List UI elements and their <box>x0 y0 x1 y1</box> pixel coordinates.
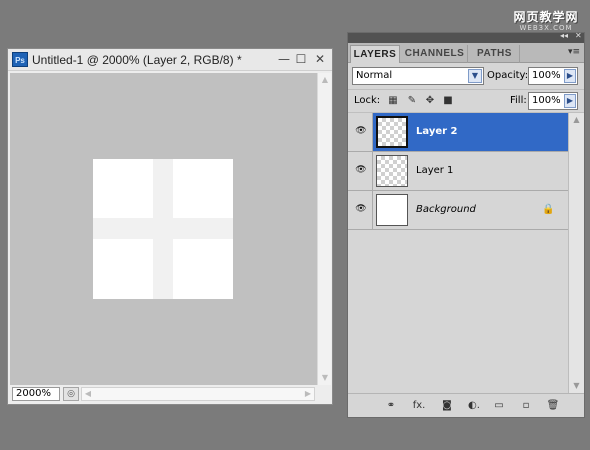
image-canvas[interactable] <box>93 159 233 299</box>
minimize-button[interactable]: — <box>277 52 291 66</box>
tab-layers[interactable]: LAYERS <box>350 45 400 63</box>
maximize-button[interactable]: ☐ <box>294 52 308 66</box>
fill-value: 100% <box>532 95 561 106</box>
eye-icon: 👁 <box>355 165 367 175</box>
watermark-url: WEB3X.COM <box>519 24 573 32</box>
lock-all-icon[interactable]: ■ <box>441 94 455 108</box>
photoshop-icon: Ps <box>12 52 28 67</box>
layer-name: Layer 1 <box>416 165 454 176</box>
document-title: Untitled-1 @ 2000% (Layer 2, RGB/8) * <box>32 53 242 67</box>
layers-list: 👁 Layer 2 👁 Layer 1 👁 Background 🔒 <box>348 113 568 393</box>
status-menu-icon[interactable]: ◎ <box>63 387 79 401</box>
adjustment-layer-icon[interactable]: ◐. <box>465 399 483 413</box>
eye-icon: 👁 <box>355 204 367 214</box>
document-window: Ps Untitled-1 @ 2000% (Layer 2, RGB/8) *… <box>7 48 333 405</box>
panel-header-strip: ◂◂ ✕ <box>348 31 584 43</box>
canvas-area[interactable] <box>10 73 317 385</box>
scroll-down-icon[interactable]: ▼ <box>318 371 332 385</box>
watermark: 网页教学网 WEB3X.COM <box>510 8 582 32</box>
fill-field[interactable]: 100% ▶ <box>528 92 578 110</box>
lock-icon: 🔒 <box>542 204 555 215</box>
layer-row-layer-2[interactable]: 👁 Layer 2 <box>348 113 568 152</box>
layer-thumbnail <box>376 194 408 226</box>
fill-slider-icon[interactable]: ▶ <box>564 94 576 108</box>
layers-scrollbar[interactable]: ▲ ▼ <box>568 113 584 393</box>
opacity-value: 100% <box>532 70 561 81</box>
visibility-toggle[interactable]: 👁 <box>348 152 373 190</box>
fill-label: Fill: <box>510 95 527 106</box>
eye-icon: 👁 <box>355 126 367 136</box>
zoom-field[interactable]: 2000% <box>12 387 60 401</box>
layer-thumbnail <box>376 116 408 148</box>
visibility-toggle[interactable]: 👁 <box>348 113 373 151</box>
document-titlebar[interactable]: Ps Untitled-1 @ 2000% (Layer 2, RGB/8) *… <box>8 49 332 71</box>
add-mask-icon[interactable]: ◙ <box>438 399 456 413</box>
tab-channels[interactable]: CHANNELS <box>402 45 468 63</box>
new-layer-icon[interactable]: ▫ <box>517 399 535 413</box>
chevron-down-icon: ▼ <box>468 69 482 83</box>
fx-icon[interactable]: fx. <box>410 399 428 413</box>
opacity-field[interactable]: 100% ▶ <box>528 67 578 85</box>
watermark-title: 网页教学网 <box>513 10 579 24</box>
panel-footer: ⚭ fx. ◙ ◐. ▭ ▫ 🗑 <box>348 393 584 417</box>
blend-mode-value: Normal <box>356 70 393 81</box>
trash-icon[interactable]: 🗑 <box>544 399 562 413</box>
layer-name: Background <box>416 204 476 215</box>
horizontal-scrollbar[interactable]: ◀ ▶ <box>81 387 315 401</box>
close-panel-icon[interactable]: ✕ <box>575 31 582 40</box>
panel-tabbar: LAYERS CHANNELS PATHS ▾≡ <box>348 43 584 63</box>
link-layers-icon[interactable]: ⚭ <box>382 399 400 413</box>
layer-row-layer-1[interactable]: 👁 Layer 1 <box>348 152 568 191</box>
scroll-down-icon[interactable]: ▼ <box>569 379 584 393</box>
lock-transparent-pixels-icon[interactable]: ▦ <box>386 94 400 108</box>
scroll-left-icon[interactable]: ◀ <box>82 388 94 400</box>
collapse-panel-icon[interactable]: ◂◂ <box>560 31 568 40</box>
opacity-label: Opacity: <box>487 70 529 81</box>
scroll-up-icon[interactable]: ▲ <box>318 73 332 87</box>
panel-menu-icon[interactable]: ▾≡ <box>568 47 580 57</box>
blend-mode-select[interactable]: Normal ▼ <box>352 67 484 85</box>
scroll-up-icon[interactable]: ▲ <box>569 113 584 127</box>
layers-panel: ◂◂ ✕ LAYERS CHANNELS PATHS ▾≡ Normal ▼ O… <box>347 31 585 418</box>
layer-row-background[interactable]: 👁 Background 🔒 <box>348 191 568 230</box>
tab-paths[interactable]: PATHS <box>470 45 520 63</box>
close-button[interactable]: ✕ <box>313 52 327 66</box>
lock-position-icon[interactable]: ✥ <box>423 94 437 108</box>
opacity-slider-icon[interactable]: ▶ <box>564 69 576 83</box>
vertical-scrollbar[interactable]: ▲ ▼ <box>317 73 331 385</box>
cross-horizontal-stripe <box>93 218 233 239</box>
new-group-icon[interactable]: ▭ <box>490 399 508 413</box>
lock-image-pixels-icon[interactable]: ✎ <box>405 94 419 108</box>
scroll-right-icon[interactable]: ▶ <box>302 388 314 400</box>
layer-name: Layer 2 <box>416 126 458 137</box>
layer-thumbnail <box>376 155 408 187</box>
document-status-bar: 2000% ◎ ◀ ▶ <box>10 385 332 403</box>
lock-label: Lock: <box>354 95 381 106</box>
visibility-toggle[interactable]: 👁 <box>348 191 373 229</box>
